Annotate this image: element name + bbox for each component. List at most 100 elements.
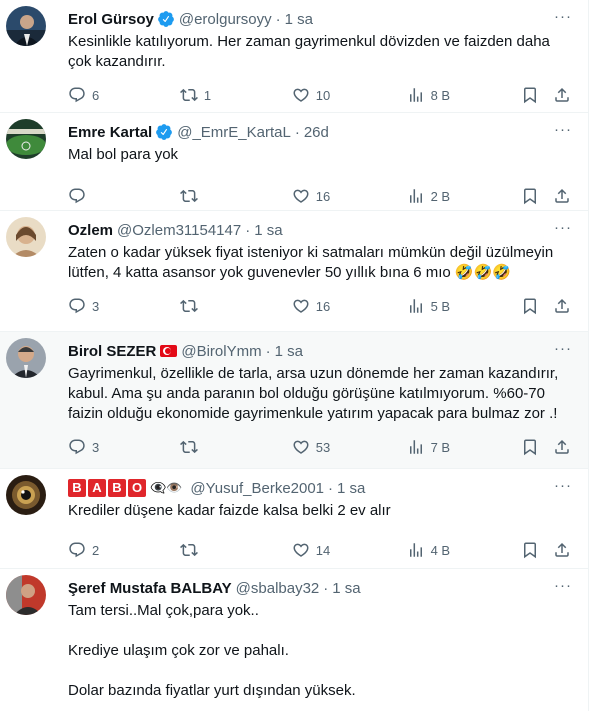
tweet-header: Emre Kartal @_EmrE_KartaL · 26d bbox=[68, 121, 572, 143]
views-button[interactable]: 4 B bbox=[407, 541, 522, 559]
share-icon bbox=[553, 297, 571, 315]
avatar[interactable] bbox=[6, 119, 46, 159]
like-button[interactable]: 16 bbox=[292, 297, 407, 315]
action-bar: 3 16 5 B bbox=[68, 287, 572, 325]
bookmark-button[interactable] bbox=[521, 187, 552, 205]
reply-feed: Erol Gürsoy @erolgursoyy · 1 sa ··· Kesi… bbox=[0, 0, 589, 711]
view-count: 7 B bbox=[430, 439, 451, 455]
share-button[interactable] bbox=[553, 438, 572, 456]
more-icon[interactable]: ··· bbox=[554, 477, 572, 494]
display-name[interactable]: Emre Kartal bbox=[68, 124, 152, 141]
avatar[interactable] bbox=[6, 338, 46, 378]
reply-button[interactable] bbox=[68, 187, 180, 205]
retweet-button[interactable] bbox=[180, 187, 292, 205]
tweet-header: Ozlem @Ozlem31154147 · 1 sa bbox=[68, 219, 572, 241]
tweet[interactable]: Erol Gürsoy @erolgursoyy · 1 sa ··· Kesi… bbox=[0, 0, 588, 113]
retweet-button[interactable] bbox=[180, 297, 292, 315]
timestamp[interactable]: 1 sa bbox=[332, 580, 360, 597]
views-button[interactable]: 5 B bbox=[407, 297, 522, 315]
views-button[interactable]: 2 B bbox=[407, 187, 522, 205]
bookmark-button[interactable] bbox=[521, 541, 552, 559]
bookmark-button[interactable] bbox=[521, 86, 552, 104]
tweet[interactable]: Ozlem @Ozlem31154147 · 1 sa ··· Zaten o … bbox=[0, 211, 588, 332]
bookmark-icon bbox=[521, 541, 539, 559]
retweet-button[interactable] bbox=[180, 438, 292, 456]
bookmark-icon bbox=[521, 86, 539, 104]
like-count: 53 bbox=[315, 439, 331, 455]
timestamp[interactable]: 1 sa bbox=[275, 343, 303, 360]
retweet-button[interactable] bbox=[180, 541, 292, 559]
share-button[interactable] bbox=[553, 86, 572, 104]
tweet[interactable]: Şeref Mustafa BALBAY @sbalbay32 · 1 sa ·… bbox=[0, 569, 588, 711]
bookmark-icon bbox=[521, 438, 539, 456]
display-name[interactable]: B A B O bbox=[68, 479, 146, 497]
more-icon[interactable]: ··· bbox=[554, 219, 572, 236]
like-count: 16 bbox=[315, 188, 331, 204]
like-button[interactable]: 16 bbox=[292, 187, 407, 205]
more-icon[interactable]: ··· bbox=[554, 577, 572, 594]
tweet-text-line: Krediler düşene kadar faizde kalsa belki… bbox=[68, 502, 391, 519]
share-button[interactable] bbox=[553, 187, 572, 205]
tweet[interactable]: B A B O 👁️‍🗨️👁️ @Yusuf_Berke2001 · 1 sa … bbox=[0, 469, 588, 569]
reply-count: 3 bbox=[92, 439, 100, 455]
avatar[interactable] bbox=[6, 6, 46, 46]
display-name[interactable]: Erol Gürsoy bbox=[68, 11, 154, 28]
avatar[interactable] bbox=[6, 475, 46, 515]
timestamp[interactable]: 1 sa bbox=[254, 222, 282, 239]
like-button[interactable]: 14 bbox=[292, 541, 407, 559]
reply-button[interactable]: 6 bbox=[68, 86, 180, 104]
views-button[interactable]: 8 B bbox=[407, 86, 522, 104]
view-count: 2 B bbox=[430, 188, 451, 204]
bookmark-button[interactable] bbox=[521, 297, 552, 315]
reply-button[interactable]: 3 bbox=[68, 297, 180, 315]
display-name[interactable]: Ozlem bbox=[68, 222, 113, 239]
handle[interactable]: @BirolYmm bbox=[181, 343, 261, 360]
more-icon[interactable]: ··· bbox=[554, 340, 572, 357]
more-icon[interactable]: ··· bbox=[554, 121, 572, 138]
share-button[interactable] bbox=[553, 541, 572, 559]
timestamp[interactable]: 1 sa bbox=[285, 11, 313, 28]
tweet-text: Gayrimenkul, özellikle de tarla, arsa uz… bbox=[68, 364, 572, 424]
tweet-text-line: Kesinlikle katılıyorum. Her zaman gayrim… bbox=[68, 33, 550, 70]
tweet-header: B A B O 👁️‍🗨️👁️ @Yusuf_Berke2001 · 1 sa bbox=[68, 477, 572, 499]
handle[interactable]: @sbalbay32 bbox=[236, 580, 320, 597]
tweet-text: Tam tersi..Mal çok,para yok.. Krediye ul… bbox=[68, 601, 572, 701]
display-name[interactable]: Birol SEZER bbox=[68, 343, 156, 360]
bookmark-button[interactable] bbox=[521, 438, 552, 456]
name-letter: A bbox=[88, 479, 106, 497]
separator-dot: · bbox=[323, 579, 329, 597]
handle[interactable]: @_EmrE_KartaL bbox=[177, 124, 291, 141]
name-letter: B bbox=[108, 479, 126, 497]
tweet[interactable]: Emre Kartal @_EmrE_KartaL · 26d ··· Mal … bbox=[0, 113, 588, 211]
handle[interactable]: @Ozlem31154147 bbox=[117, 222, 241, 239]
like-count: 10 bbox=[315, 87, 331, 103]
avatar[interactable] bbox=[6, 217, 46, 257]
handle[interactable]: @Yusuf_Berke2001 bbox=[190, 480, 324, 497]
handle[interactable]: @erolgursoyy bbox=[179, 11, 272, 28]
action-bar: 6 1 10 8 B bbox=[68, 76, 572, 114]
retweet-button[interactable]: 1 bbox=[180, 86, 292, 104]
action-bar: 3 53 7 B bbox=[68, 428, 572, 466]
like-button[interactable]: 10 bbox=[292, 86, 407, 104]
views-button[interactable]: 7 B bbox=[407, 438, 522, 456]
like-button[interactable]: 53 bbox=[292, 438, 407, 456]
reply-count: 6 bbox=[92, 87, 100, 103]
display-name[interactable]: Şeref Mustafa BALBAY bbox=[68, 580, 232, 597]
name-letter: O bbox=[128, 479, 146, 497]
more-icon[interactable]: ··· bbox=[554, 8, 572, 25]
tweet[interactable]: Birol SEZER @BirolYmm · 1 sa ··· Gayrime… bbox=[0, 332, 588, 469]
name-letter: B bbox=[68, 479, 86, 497]
tweet-header: Erol Gürsoy @erolgursoyy · 1 sa bbox=[68, 8, 572, 30]
reply-icon bbox=[68, 86, 86, 104]
reply-button[interactable]: 3 bbox=[68, 438, 180, 456]
share-button[interactable] bbox=[553, 297, 572, 315]
reply-button[interactable]: 2 bbox=[68, 541, 180, 559]
avatar[interactable] bbox=[6, 575, 46, 615]
timestamp[interactable]: 26d bbox=[304, 124, 329, 141]
view-count: 4 B bbox=[430, 542, 451, 558]
like-icon bbox=[292, 86, 310, 104]
retweet-count: 1 bbox=[203, 87, 212, 103]
timestamp[interactable]: 1 sa bbox=[337, 480, 365, 497]
bookmark-icon bbox=[521, 297, 539, 315]
views-icon bbox=[407, 86, 425, 104]
